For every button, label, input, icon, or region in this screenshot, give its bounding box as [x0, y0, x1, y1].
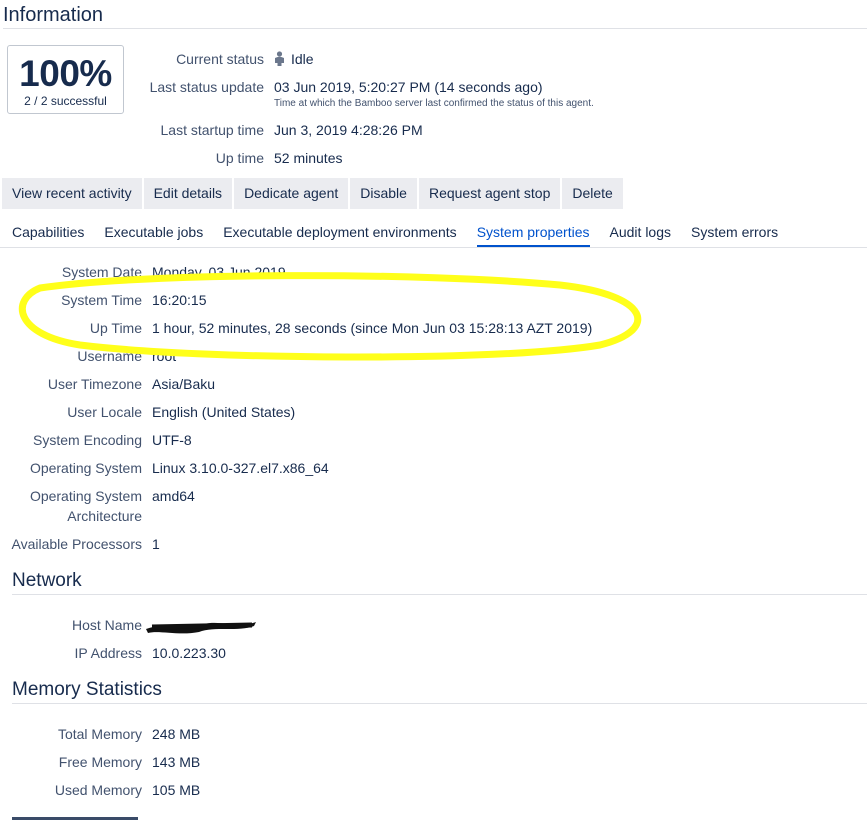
tab-system-errors[interactable]: System errors	[691, 224, 778, 247]
agent-actions-toolbar: View recent activity Edit details Dedica…	[2, 178, 625, 209]
ip-address-value: 10.0.223.30	[152, 645, 226, 661]
network-divider	[12, 594, 867, 595]
information-divider	[3, 28, 867, 29]
tabs-divider	[0, 247, 867, 248]
os-architecture-value: amd64	[152, 488, 195, 504]
last-status-update-row: Last status update	[0, 79, 264, 97]
current-status-value: Idle	[274, 51, 314, 67]
disable-button[interactable]: Disable	[350, 178, 417, 209]
last-status-update-note: Time at which the Bamboo server last con…	[274, 98, 594, 109]
user-timezone-label: User Timezone	[47, 376, 142, 392]
system-encoding-label: System Encoding	[33, 432, 142, 448]
up-time-prop-value: 1 hour, 52 minutes, 28 seconds (since Mo…	[152, 320, 593, 336]
used-memory-value: 105 MB	[152, 782, 201, 798]
agent-tabs: Capabilities Executable jobs Executable …	[12, 224, 798, 247]
last-startup-label: Last startup time	[160, 122, 265, 138]
total-memory-label: Total Memory	[57, 726, 142, 742]
current-status-row: Current status	[0, 51, 264, 69]
information-heading: Information	[3, 4, 104, 26]
tab-executable-jobs[interactable]: Executable jobs	[104, 224, 203, 247]
ip-address-label: IP Address	[74, 645, 142, 661]
current-status-text: Idle	[291, 51, 314, 67]
network-heading: Network	[12, 570, 82, 591]
user-locale-value: English (United States)	[152, 404, 296, 420]
up-time-prop-label: Up Time	[89, 320, 142, 336]
available-processors-value: 1	[152, 536, 160, 552]
request-agent-stop-button[interactable]: Request agent stop	[418, 178, 561, 209]
current-status-label: Current status	[176, 51, 264, 67]
operating-system-value: Linux 3.10.0-327.el7.x86_64	[152, 460, 329, 476]
up-time-label: Up time	[215, 150, 264, 166]
tab-executable-deployment-environments[interactable]: Executable deployment environments	[223, 224, 456, 247]
last-startup-value: Jun 3, 2019 4:28:26 PM	[274, 122, 423, 138]
dedicate-agent-button[interactable]: Dedicate agent	[234, 178, 349, 209]
username-label: Username	[77, 348, 142, 364]
up-time-value: 52 minutes	[274, 150, 343, 166]
next-section-heading-clipped	[12, 812, 152, 820]
os-architecture-label-line2: Architecture	[67, 508, 142, 524]
available-processors-label: Available Processors	[11, 536, 142, 552]
operating-system-label: Operating System	[29, 460, 142, 476]
used-memory-label: Used Memory	[54, 782, 142, 798]
last-startup-row: Last startup time	[0, 122, 265, 140]
username-value: root	[152, 348, 177, 364]
memory-divider	[12, 703, 867, 704]
free-memory-label: Free Memory	[58, 754, 142, 770]
highlight-ellipse	[19, 272, 642, 361]
memory-statistics-heading: Memory Statistics	[12, 679, 162, 700]
system-time-label: System Time	[61, 292, 142, 308]
host-name-redaction	[146, 622, 256, 634]
edit-details-button[interactable]: Edit details	[143, 178, 233, 209]
tab-system-properties[interactable]: System properties	[476, 224, 590, 247]
up-time-row: Up time	[0, 150, 264, 168]
last-status-update-value: 03 Jun 2019, 5:20:27 PM (14 seconds ago)	[274, 79, 543, 95]
system-encoding-value: UTF-8	[152, 432, 192, 448]
delete-button[interactable]: Delete	[562, 178, 623, 209]
user-timezone-value: Asia/Baku	[152, 376, 216, 392]
system-date-value: Monday, 03 Jun 2019	[152, 264, 286, 280]
host-name-label: Host Name	[71, 617, 142, 633]
system-date-label: System Date	[61, 264, 142, 280]
last-status-update-label: Last status update	[149, 79, 264, 95]
system-time-value: 16:20:15	[152, 292, 207, 308]
agent-idle-icon	[274, 51, 285, 66]
free-memory-value: 143 MB	[152, 754, 201, 770]
os-architecture-label-line1: Operating System	[29, 488, 142, 504]
tab-capabilities[interactable]: Capabilities	[12, 224, 84, 247]
total-memory-value: 248 MB	[152, 726, 201, 742]
view-recent-activity-button[interactable]: View recent activity	[2, 178, 142, 209]
user-locale-label: User Locale	[67, 404, 142, 420]
tab-audit-logs[interactable]: Audit logs	[610, 224, 671, 247]
